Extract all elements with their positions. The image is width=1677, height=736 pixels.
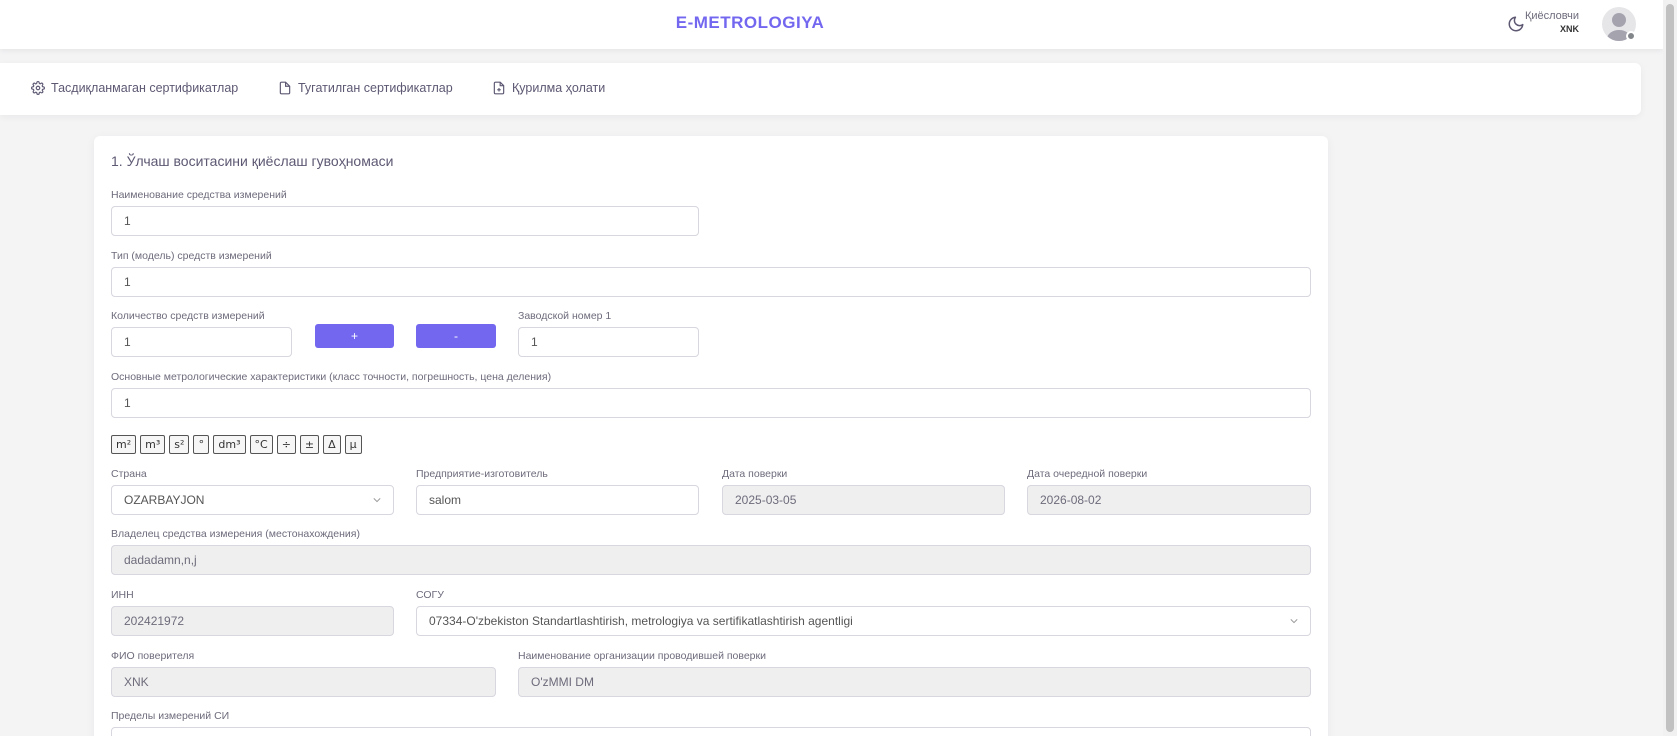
nav-label: Қурилма ҳолати xyxy=(512,81,606,95)
moon-icon[interactable] xyxy=(1507,15,1525,33)
certificate-form-card: 1. Ўлчаш воситасини қиёслаш гувоҳномаси … xyxy=(94,136,1328,736)
nav-label: Тасдиқланмаган сертификатлар xyxy=(51,81,239,95)
user-name: XNK xyxy=(1559,24,1579,34)
symbol-button-plus-minus[interactable]: ± xyxy=(299,435,320,454)
brand-title[interactable]: E-METROLOGIYA xyxy=(0,13,1500,33)
owner-input[interactable] xyxy=(111,545,1311,575)
symbol-toolbar: m² m³ s² ° dm³ °C ÷ ± Δ μ xyxy=(111,435,362,454)
sogu-value: 07334-O'zbekiston Standartlashtirish, me… xyxy=(429,614,853,628)
next-date-input[interactable] xyxy=(1027,485,1311,515)
chevron-down-icon xyxy=(373,498,381,503)
characteristics-input[interactable] xyxy=(111,388,1311,418)
gear-icon xyxy=(31,81,45,95)
file-plus-icon xyxy=(493,81,505,95)
scrollbar-thumb[interactable] xyxy=(1666,4,1674,732)
nav-menu: Тасдиқланмаган сертификатлар Тугатилган … xyxy=(0,63,1641,115)
symbol-button-divide[interactable]: ÷ xyxy=(276,435,296,454)
manufacturer-input[interactable] xyxy=(416,485,699,515)
symbol-button-delta[interactable]: Δ xyxy=(323,435,341,454)
symbol-button-mu[interactable]: μ xyxy=(344,435,362,454)
user-info[interactable]: Қиёсловчи XNK xyxy=(1525,10,1579,34)
quantity-input[interactable] xyxy=(111,327,292,357)
manufacturer-label: Предприятие-изготовитель xyxy=(416,468,548,480)
verifier-label: ФИО поверителя xyxy=(111,650,195,662)
symbol-button-m2[interactable]: m² xyxy=(111,435,137,454)
file-icon xyxy=(279,81,291,95)
scrollbar[interactable] xyxy=(1663,0,1677,736)
chevron-down-icon xyxy=(1290,619,1298,624)
nav-label: Тугатилган сертификатлар xyxy=(298,81,453,95)
remove-button[interactable]: - xyxy=(416,324,496,348)
name-label: Наименование средства измерений xyxy=(111,189,287,201)
organization-input[interactable] xyxy=(518,667,1311,697)
sogu-label: СОГУ xyxy=(416,589,444,601)
nav-item-device-status[interactable]: Қурилма ҳолати xyxy=(492,81,605,95)
inn-label: ИНН xyxy=(111,589,134,601)
country-select[interactable]: OZARBAYJON xyxy=(111,485,394,515)
type-label: Тип (модель) средств измерений xyxy=(111,250,272,262)
symbol-button-dm3[interactable]: dm³ xyxy=(213,435,246,454)
serial-input[interactable] xyxy=(518,327,699,357)
verifier-input[interactable] xyxy=(111,667,496,697)
name-input[interactable] xyxy=(111,206,699,236)
symbol-button-m3[interactable]: m³ xyxy=(140,435,166,454)
country-label: Страна xyxy=(111,468,147,480)
verify-date-label: Дата поверки xyxy=(722,468,788,480)
limits-label: Пределы измерений СИ xyxy=(111,710,230,722)
user-role: Қиёсловчи xyxy=(1524,10,1579,22)
sogu-select[interactable]: 07334-O'zbekiston Standartlashtirish, me… xyxy=(416,606,1311,636)
limits-input[interactable] xyxy=(111,727,1311,736)
add-button[interactable]: + xyxy=(315,324,394,348)
inn-input[interactable] xyxy=(111,606,394,636)
symbol-button-s2[interactable]: s² xyxy=(169,435,190,454)
country-value: OZARBAYJON xyxy=(124,493,205,507)
top-bar: E-METROLOGIYA Қиёсловчи XNK xyxy=(0,0,1663,49)
type-input[interactable] xyxy=(111,267,1311,297)
next-date-label: Дата очередной поверки xyxy=(1027,468,1148,480)
symbol-button-celsius[interactable]: °C xyxy=(249,435,273,454)
symbol-button-degree[interactable]: ° xyxy=(193,435,210,454)
status-dot xyxy=(1626,31,1636,41)
serial-label: Заводской номер 1 xyxy=(518,310,612,322)
nav-item-finished-certificates[interactable]: Тугатилган сертификатлар xyxy=(278,81,453,95)
form-title: 1. Ўлчаш воситасини қиёслаш гувоҳномаси xyxy=(111,153,394,169)
quantity-label: Количество средств измерений xyxy=(111,310,265,322)
characteristics-label: Основные метрологические характеристики … xyxy=(111,371,552,383)
verify-date-input[interactable] xyxy=(722,485,1005,515)
owner-label: Владелец средства измерения (местонахожд… xyxy=(111,528,360,540)
organization-label: Наименование организации проводившей пов… xyxy=(518,650,766,662)
nav-item-unconfirmed-certificates[interactable]: Тасдиқланмаган сертификатлар xyxy=(31,81,238,95)
